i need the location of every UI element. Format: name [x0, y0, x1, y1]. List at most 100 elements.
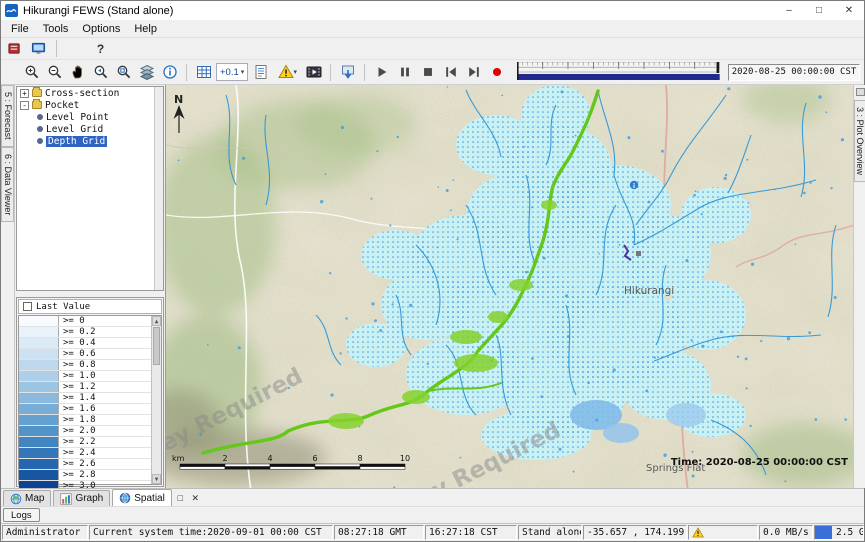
tree-node-level-grid[interactable]: Level Grid: [17, 123, 163, 135]
menu-options[interactable]: Options: [75, 21, 127, 37]
layers-button[interactable]: [136, 62, 157, 83]
tree-node-pocket[interactable]: - Pocket: [17, 99, 163, 111]
report-button[interactable]: [250, 62, 271, 83]
tab-data-viewer[interactable]: 6 : Data Viewer: [1, 147, 14, 222]
panel-splitter[interactable]: [15, 292, 165, 296]
legend-row: >= 0.4: [19, 338, 151, 349]
zoom-extent-icon: [116, 64, 132, 80]
status-mode: Stand alone: [518, 525, 582, 540]
info-button[interactable]: [159, 62, 180, 83]
tab-graph-label: Graph: [75, 493, 103, 504]
svg-text:10: 10: [400, 454, 410, 463]
svg-text:8: 8: [357, 454, 362, 463]
pan-hand-icon: [70, 64, 86, 80]
legend-swatch: [19, 382, 59, 392]
map-viewport[interactable]: i Hikurangi Springs Flat API Key Require…: [165, 85, 853, 488]
display-button[interactable]: [28, 38, 49, 59]
tab-plot-overview[interactable]: 3 : Plot Overview: [854, 100, 865, 182]
zoom-previous-icon: [93, 64, 109, 80]
pan-button[interactable]: [67, 62, 88, 83]
status-user: Administrator: [2, 525, 88, 540]
bottom-tab-bar: Map Graph Spatial □ ✕: [1, 488, 864, 506]
zoom-out-button[interactable]: [44, 62, 65, 83]
toolbar-separator: [364, 64, 365, 81]
tree-node-depth-grid[interactable]: Depth Grid: [17, 135, 163, 147]
legend-row: >= 1.6: [19, 404, 151, 415]
zoom-extent-button[interactable]: [113, 62, 134, 83]
stop-button[interactable]: [417, 62, 438, 83]
globe-icon: [10, 493, 22, 505]
legend-label: >= 1.8: [59, 415, 96, 425]
svg-text:6: 6: [312, 454, 317, 463]
collapse-icon[interactable]: -: [20, 101, 29, 110]
last-value-checkbox[interactable]: [23, 302, 32, 311]
timeline-slider[interactable]: [517, 62, 720, 82]
tree-scrollbar[interactable]: [154, 87, 163, 290]
scrollbar-thumb[interactable]: [153, 327, 160, 365]
help-button[interactable]: ?: [90, 38, 111, 59]
map-time-label: Time: 2020-08-25 00:00:00 CST: [671, 457, 848, 468]
legend-row: >= 1.2: [19, 382, 151, 393]
tab-map[interactable]: Map: [3, 490, 51, 506]
legend-title: Last Value: [36, 302, 90, 312]
pause-icon: [398, 65, 412, 79]
title-bar: Hikurangi FEWS (Stand alone) – □ ✕: [1, 1, 864, 20]
menu-help[interactable]: Help: [127, 21, 164, 37]
tab-spatial[interactable]: Spatial: [112, 489, 172, 506]
close-button[interactable]: ✕: [834, 1, 864, 20]
expand-icon[interactable]: +: [20, 89, 29, 98]
svg-text:i: i: [633, 183, 635, 190]
tree-node-level-point[interactable]: Level Point: [17, 111, 163, 123]
status-memory: 2.5 GB: [814, 525, 864, 540]
legend-label: >= 2.6: [59, 459, 96, 469]
step-to-end-button[interactable]: [463, 62, 484, 83]
help-icon: ?: [97, 42, 104, 56]
maximize-button[interactable]: □: [804, 1, 834, 20]
profile-download-button[interactable]: [337, 62, 358, 83]
legend-row: >= 2.4: [19, 448, 151, 459]
panel-restore-icon[interactable]: [856, 88, 865, 96]
status-alerts[interactable]: [688, 525, 758, 540]
threshold-combo[interactable]: +0.1 ▾: [216, 63, 248, 81]
zoom-in-button[interactable]: [21, 62, 42, 83]
legend-row: >= 0.2: [19, 327, 151, 338]
database-button[interactable]: [4, 38, 25, 59]
svg-text:N: N: [174, 93, 183, 106]
map-canvas: i Hikurangi Springs Flat API Key Require…: [166, 85, 853, 488]
tab-spatial-label: Spatial: [134, 493, 165, 504]
status-bar: Administrator Current system time:2020-0…: [1, 523, 864, 541]
thresholds-warning-combo[interactable]: ▾: [273, 62, 301, 83]
warning-icon: [278, 64, 294, 80]
menu-tools[interactable]: Tools: [36, 21, 76, 37]
pause-button[interactable]: [394, 62, 415, 83]
status-cst-time: 16:27:18 CST: [425, 525, 517, 540]
tab-forecast[interactable]: 5 : Forecast: [1, 85, 14, 147]
grid-display-button[interactable]: [193, 62, 214, 83]
record-button[interactable]: [486, 62, 507, 83]
current-time-display: 2020-08-25 00:00:00 CST: [728, 64, 860, 81]
zoom-previous-button[interactable]: [90, 62, 111, 83]
scroll-down-icon[interactable]: ▼: [152, 474, 161, 484]
panel-maximize-button[interactable]: □: [174, 491, 187, 505]
monitor-icon: [31, 41, 46, 56]
tab-graph[interactable]: Graph: [53, 490, 110, 506]
legend-row: >= 2.2: [19, 437, 151, 448]
database-icon: [7, 41, 22, 56]
layers-icon: [139, 64, 155, 80]
panel-close-button[interactable]: ✕: [189, 491, 202, 505]
tree-node-label: Level Grid: [46, 124, 103, 135]
logs-button[interactable]: Logs: [3, 508, 40, 522]
legend-label: >= 0.8: [59, 360, 96, 370]
right-tab-strip: 3 : Plot Overview: [853, 85, 865, 488]
animation-export-button[interactable]: [303, 62, 324, 83]
scroll-up-icon[interactable]: ▲: [152, 316, 161, 326]
minimize-button[interactable]: –: [774, 1, 804, 20]
menu-file[interactable]: File: [4, 21, 36, 37]
legend-swatch: [19, 371, 59, 381]
step-to-start-button[interactable]: [440, 62, 461, 83]
tree-node-cross-section[interactable]: + Cross-section: [17, 87, 163, 99]
legend-row: >= 2.0: [19, 426, 151, 437]
status-warning-icon: [692, 527, 704, 538]
legend-scrollbar[interactable]: ▲ ▼: [151, 316, 161, 484]
play-button[interactable]: [371, 62, 392, 83]
